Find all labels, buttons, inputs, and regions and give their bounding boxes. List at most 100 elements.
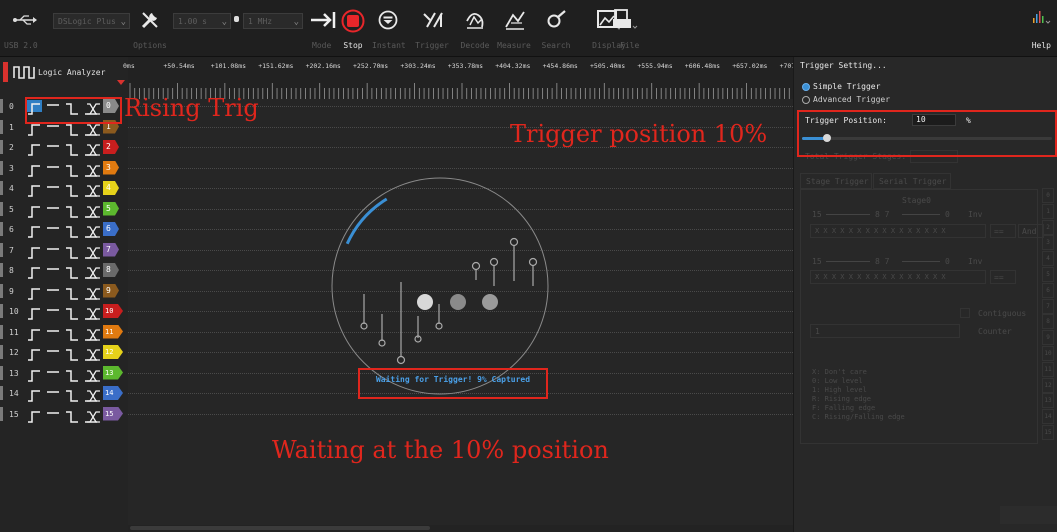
any-edge-button[interactable] (86, 223, 101, 238)
stage-tab[interactable]: 1 (1042, 203, 1054, 219)
channel-row[interactable]: 44 (0, 178, 128, 198)
stage-tab[interactable]: 11 (1042, 361, 1054, 377)
any-edge-button[interactable] (86, 387, 101, 402)
edge-trigger-button[interactable] (27, 408, 42, 423)
edge-trigger-button[interactable] (65, 387, 80, 402)
file-button[interactable]: File (600, 0, 660, 56)
horizontal-scrollbar[interactable] (128, 525, 793, 532)
edge-trigger-button[interactable] (46, 244, 61, 256)
edge-trigger-button[interactable] (46, 387, 61, 399)
channel-row[interactable]: 22 (0, 137, 128, 157)
serial-trigger-tab[interactable]: Serial Trigger (873, 173, 951, 189)
any-edge-button[interactable] (86, 162, 101, 177)
compare-op-combo-2[interactable]: == (990, 270, 1016, 284)
edge-trigger-button[interactable] (46, 162, 61, 174)
channel-color-tag[interactable]: 3 (103, 160, 119, 175)
edge-trigger-button[interactable] (65, 285, 80, 300)
edge-trigger-button[interactable] (46, 346, 61, 358)
options-button[interactable]: Options (132, 0, 168, 56)
edge-trigger-button[interactable] (65, 162, 80, 177)
channel-row[interactable]: 99 (0, 281, 128, 301)
stage-tab[interactable]: 4 (1042, 251, 1054, 267)
edge-trigger-button[interactable] (27, 305, 42, 320)
trigger-button[interactable]: Trigger (408, 0, 456, 56)
edge-trigger-button[interactable] (27, 162, 42, 177)
edge-trigger-button[interactable] (46, 305, 61, 317)
edge-trigger-button[interactable] (46, 203, 61, 215)
edge-trigger-button[interactable] (27, 223, 42, 238)
edge-trigger-button[interactable] (27, 182, 42, 197)
compare-op-combo[interactable]: == (990, 224, 1016, 238)
edge-trigger-button[interactable] (27, 244, 42, 259)
edge-trigger-button[interactable] (65, 244, 80, 259)
measure-button[interactable]: Measure (494, 0, 534, 56)
edge-trigger-button[interactable] (65, 264, 80, 279)
edge-trigger-button[interactable] (46, 182, 61, 194)
stage-tab[interactable]: 13 (1042, 393, 1054, 409)
channel-color-tag[interactable]: 5 (103, 201, 119, 216)
any-edge-button[interactable] (86, 346, 101, 361)
edge-trigger-button[interactable] (46, 367, 61, 379)
any-edge-button[interactable] (86, 182, 101, 197)
edge-trigger-button[interactable] (27, 387, 42, 402)
channel-color-tag[interactable]: 14 (103, 386, 123, 400)
edge-trigger-button[interactable] (46, 285, 61, 297)
edge-trigger-button[interactable] (27, 285, 42, 300)
channel-color-tag[interactable]: 2 (103, 140, 119, 154)
stage-mask-input-2[interactable]: X X X X X X X X X X X X X X X X (810, 270, 986, 284)
edge-trigger-button[interactable] (65, 408, 80, 423)
any-edge-button[interactable] (86, 367, 101, 382)
scrollbar-thumb[interactable] (130, 526, 430, 530)
channel-color-tag[interactable]: 10 (103, 304, 123, 318)
help-button[interactable]: Help (1025, 0, 1057, 56)
channel-color-tag[interactable]: 12 (103, 345, 123, 359)
stage-mask-input-1[interactable]: X X X X X X X X X X X X X X X X (810, 224, 986, 238)
stage-tab[interactable]: 7 (1042, 298, 1054, 314)
edge-trigger-button[interactable] (46, 141, 61, 153)
edge-trigger-button[interactable] (65, 305, 80, 320)
stage-tab[interactable]: 0 (1042, 188, 1054, 203)
stage-tab[interactable]: 9 (1042, 330, 1054, 346)
instant-button[interactable]: Instant (372, 0, 406, 56)
channel-row[interactable]: 88 (0, 260, 128, 280)
edge-trigger-button[interactable] (65, 326, 80, 341)
stage-tab[interactable]: 15 (1042, 425, 1054, 440)
search-button[interactable]: Search (536, 0, 576, 56)
edge-trigger-button[interactable] (65, 223, 80, 238)
counter-input[interactable]: 1 (810, 324, 960, 338)
mode-button[interactable]: Mode (306, 0, 338, 56)
channel-row[interactable]: 55 (0, 199, 128, 219)
edge-trigger-button[interactable] (27, 346, 42, 361)
channel-color-tag[interactable]: 15 (103, 406, 123, 421)
channel-row[interactable]: 11 11 (0, 322, 128, 342)
edge-trigger-button[interactable] (65, 182, 80, 197)
stop-button[interactable]: Stop (338, 0, 368, 56)
edge-trigger-button[interactable] (46, 408, 61, 420)
edge-trigger-button[interactable] (65, 141, 80, 156)
samplerate-combo[interactable]: 1 MHz ⌄ (243, 13, 303, 29)
channel-color-tag[interactable]: 13 (103, 365, 123, 380)
edge-trigger-button[interactable] (65, 346, 80, 361)
simple-trigger-radio[interactable]: Simple Trigger (802, 82, 880, 91)
any-edge-button[interactable] (86, 305, 101, 320)
edge-trigger-button[interactable] (65, 203, 80, 218)
device-button[interactable]: USB 2.0 (0, 0, 50, 56)
edge-trigger-button[interactable] (27, 203, 42, 218)
stage-tab[interactable]: 8 (1042, 314, 1054, 330)
stage-tab[interactable]: 12 (1042, 377, 1054, 393)
channel-row[interactable]: 13 13 (0, 363, 128, 383)
any-edge-button[interactable] (86, 244, 101, 259)
channel-color-tag[interactable]: 4 (103, 181, 119, 195)
any-edge-button[interactable] (86, 264, 101, 279)
channel-color-tag[interactable]: 7 (103, 242, 119, 257)
edge-trigger-button[interactable] (65, 367, 80, 382)
edge-trigger-button[interactable] (46, 264, 61, 276)
edge-trigger-button[interactable] (46, 223, 61, 235)
channel-color-tag[interactable]: 9 (103, 283, 119, 298)
device-combo[interactable]: DSLogic Plus ⌄ (53, 13, 130, 29)
channel-color-tag[interactable]: 11 (103, 324, 123, 339)
channel-row[interactable]: 12 12 (0, 342, 128, 362)
channel-row[interactable]: 14 14 (0, 383, 128, 403)
advanced-trigger-radio[interactable]: Advanced Trigger (802, 95, 890, 104)
edge-trigger-button[interactable] (27, 141, 42, 156)
